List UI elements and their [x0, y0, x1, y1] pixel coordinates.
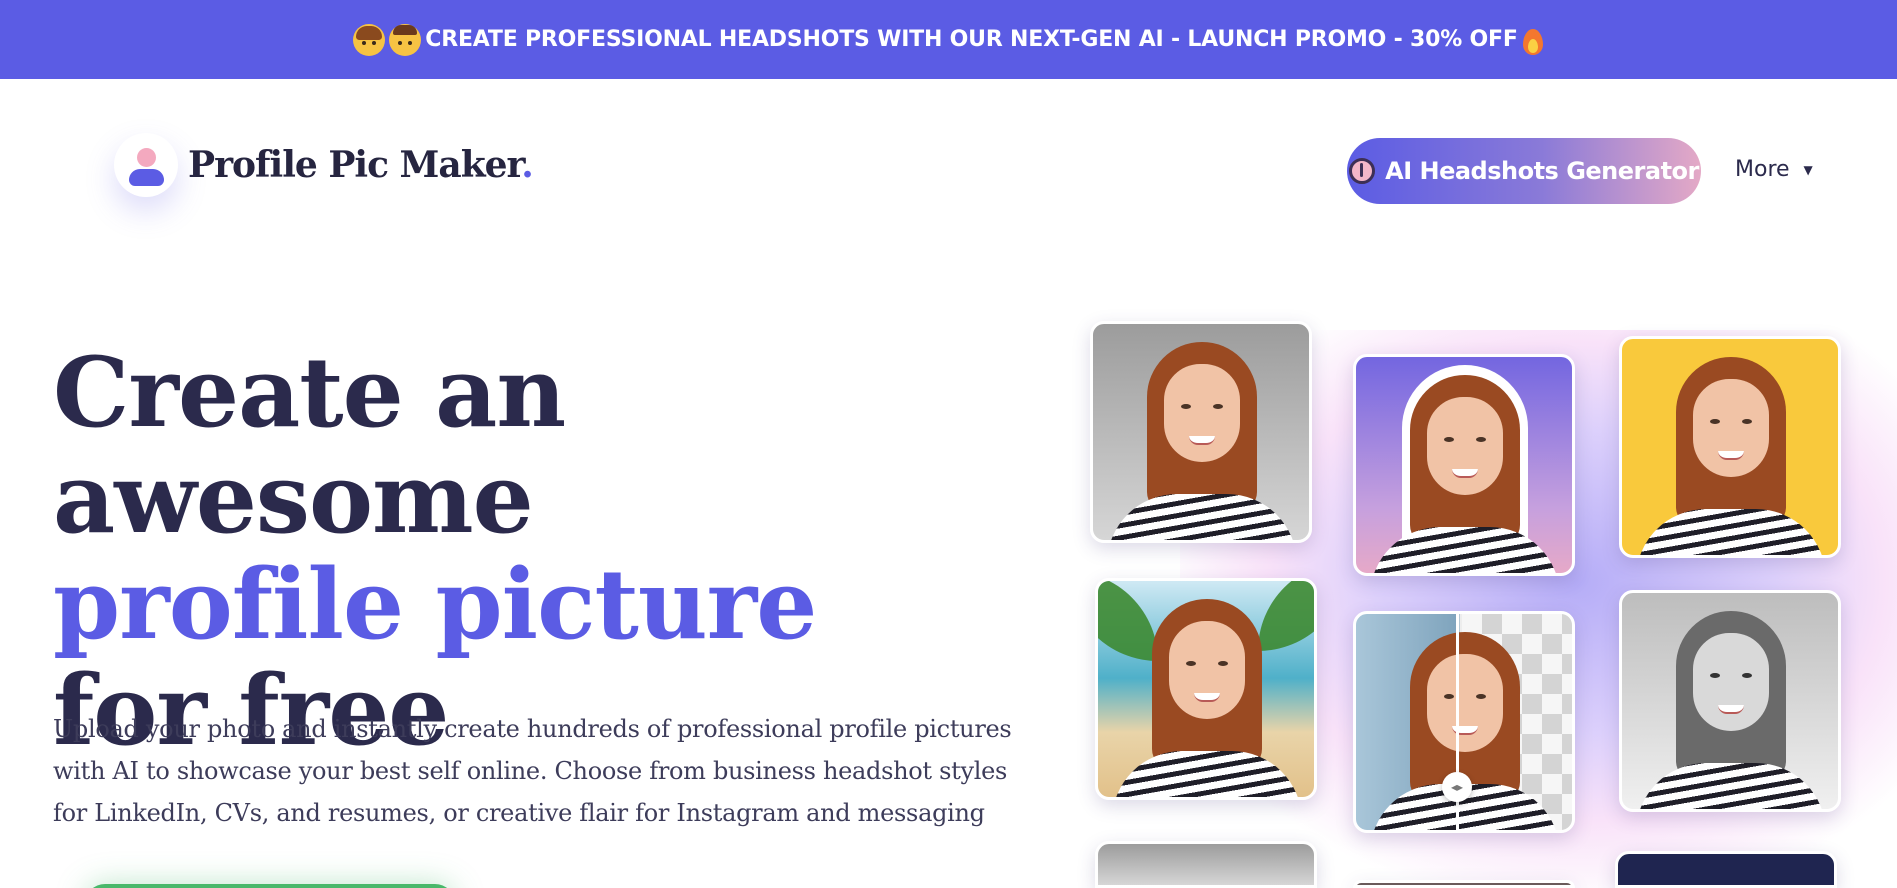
- gallery-tile-gray: [1090, 321, 1312, 543]
- more-menu-button[interactable]: More ▼: [1735, 157, 1813, 182]
- hero-description: Upload your photo and instantly create h…: [53, 715, 1012, 827]
- logo[interactable]: Profile Pic Maker.: [114, 133, 534, 197]
- title-line-2: profile picture: [53, 548, 817, 661]
- portrait-image: [1622, 339, 1838, 555]
- portrait-image: [1098, 581, 1314, 797]
- page-title: Create an awesome profile picture for fr…: [53, 340, 1033, 764]
- brain-icon: [1349, 158, 1376, 184]
- ai-headshots-generator-button[interactable]: AI Headshots Generator: [1347, 138, 1701, 204]
- gallery-tile-partial: [1615, 851, 1837, 888]
- gallery-tile-black-white: [1619, 590, 1841, 812]
- more-label: More: [1735, 157, 1790, 182]
- fire-emoji-icon: [1522, 25, 1544, 55]
- ai-headshots-label: AI Headshots Generator: [1385, 157, 1699, 185]
- site-header: Profile Pic Maker. AI Headshots Generato…: [0, 79, 1897, 264]
- boy-emoji-icon: [389, 23, 422, 56]
- portrait-image: [1356, 357, 1572, 573]
- portrait-image: ◂▸: [1356, 614, 1572, 830]
- logo-text: Profile Pic Maker.: [188, 144, 534, 186]
- get-started-button[interactable]: [85, 884, 455, 888]
- gallery-tile-partial: [1353, 880, 1575, 888]
- caret-down-icon: ▼: [1803, 162, 1813, 177]
- promo-banner[interactable]: CREATE PROFESSIONAL HEADSHOTS WITH OUR N…: [0, 0, 1897, 79]
- compare-slider-handle[interactable]: ◂▸: [1442, 772, 1472, 802]
- gallery-tile-compare[interactable]: ◂▸: [1353, 611, 1575, 833]
- woman-emoji-icon: [353, 23, 386, 56]
- portrait-image: [1093, 324, 1309, 540]
- gallery-tile-beach: [1095, 578, 1317, 800]
- hero-heading: Create an awesome profile picture for fr…: [53, 340, 1033, 764]
- avatar-logo-icon: [114, 133, 178, 197]
- portrait-image: [1622, 593, 1838, 809]
- title-line-1: Create an awesome: [53, 336, 566, 555]
- gallery-tile-partial: [1095, 841, 1317, 888]
- promo-text: CREATE PROFESSIONAL HEADSHOTS WITH OUR N…: [425, 27, 1518, 52]
- gallery-tile-yellow: [1619, 336, 1841, 558]
- gallery-tile-purple: [1353, 354, 1575, 576]
